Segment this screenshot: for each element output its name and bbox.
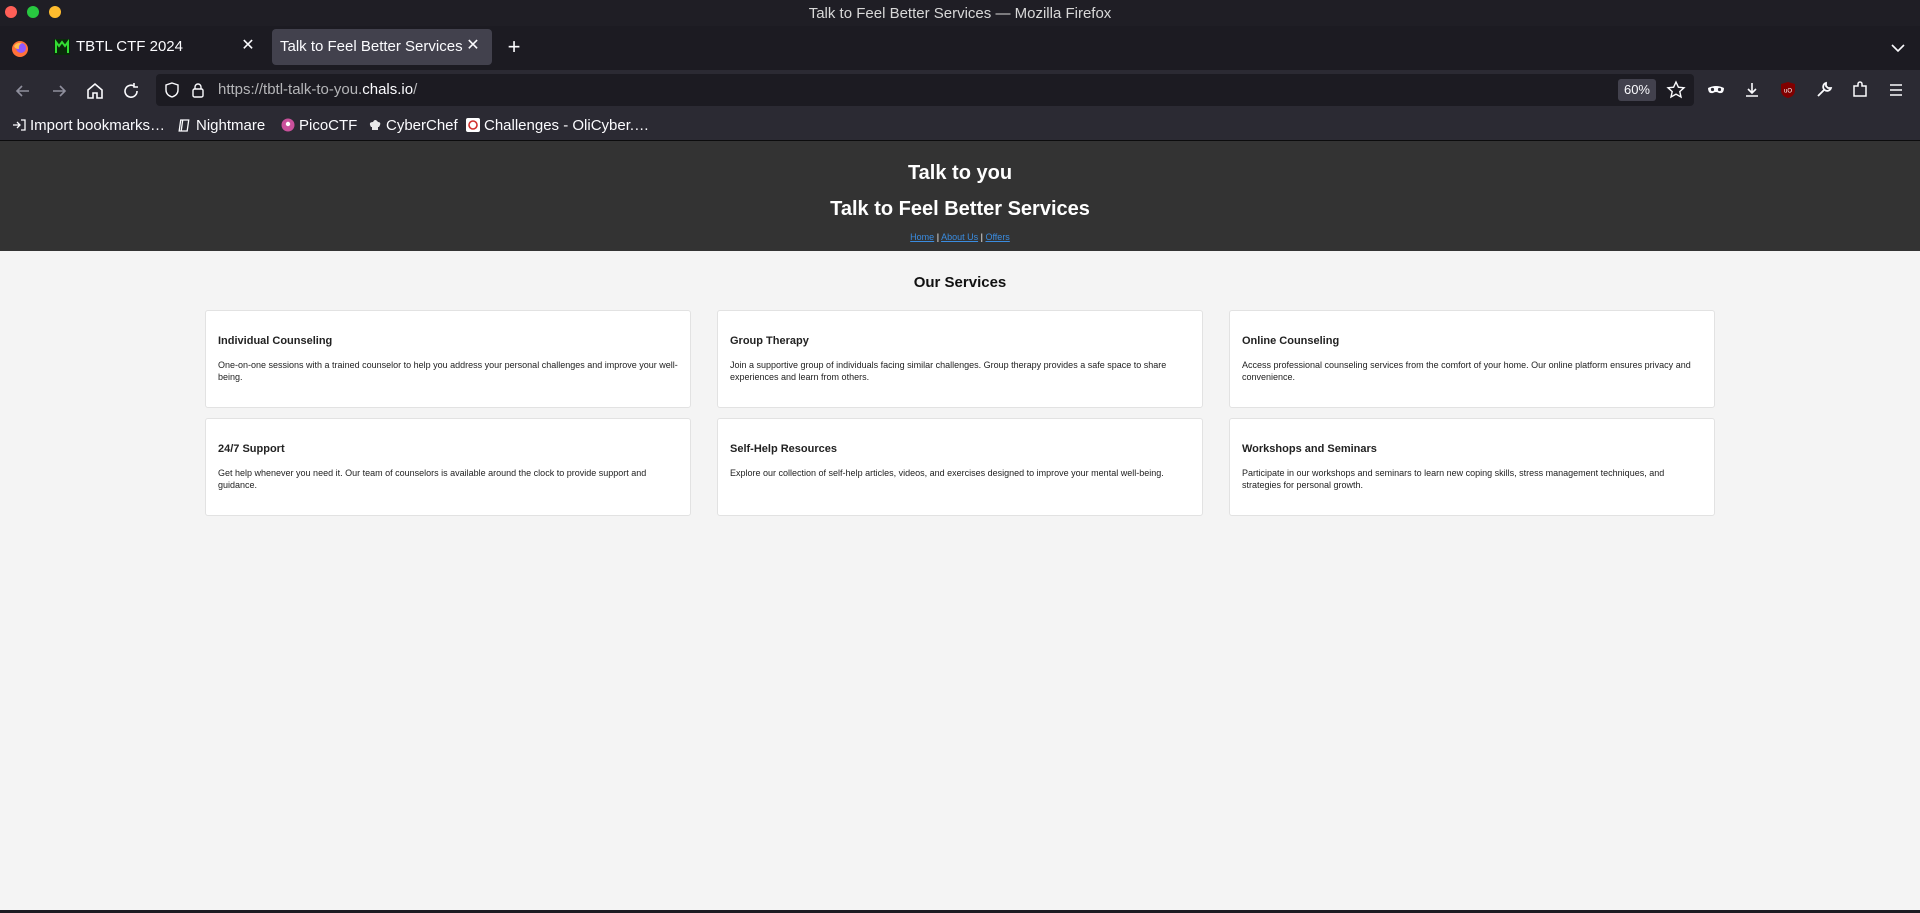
tbtl-favicon-icon <box>54 39 70 55</box>
hamburger-menu-icon[interactable] <box>1886 80 1906 100</box>
bookmark-label: CyberChef <box>386 117 458 134</box>
site-nav: Home | About Us | Offers <box>0 232 1920 242</box>
olicyber-icon <box>466 118 480 132</box>
tab-tbtl-ctf[interactable]: TBTL CTF 2024 ✕ <box>45 29 267 65</box>
window-titlebar: Talk to Feel Better Services — Mozilla F… <box>0 0 1920 26</box>
url-path: / <box>413 81 418 98</box>
bookmark-star-icon[interactable] <box>1666 80 1686 100</box>
close-tab-icon[interactable]: ✕ <box>237 35 259 57</box>
bookmark-label: Import bookmarks… <box>30 117 166 134</box>
import-icon <box>13 119 26 131</box>
bookmark-label: PicoCTF <box>299 117 358 134</box>
firefox-menu-icon[interactable] <box>11 40 29 58</box>
service-title: 24/7 Support <box>218 443 285 455</box>
private-mask-icon[interactable] <box>1706 80 1726 100</box>
reload-icon[interactable] <box>118 78 144 104</box>
service-card: Online Counseling Access professional co… <box>1229 310 1715 408</box>
service-description: Get help whenever you need it. Our team … <box>218 468 647 490</box>
nav-link-about-us[interactable]: About Us <box>941 232 978 242</box>
nav-link-home[interactable]: Home <box>910 232 934 242</box>
tab-talk-to-feel-better[interactable]: Talk to Feel Better Services ✕ <box>272 29 492 65</box>
url-prefix: https://tbtl-talk-to-you. <box>218 81 363 98</box>
site-title: Talk to you <box>907 162 1013 184</box>
tab-label: TBTL CTF 2024 <box>76 38 183 55</box>
chef-hat-icon <box>369 120 381 130</box>
bookmark-label: Nightmare <box>196 117 266 134</box>
service-title: Self-Help Resources <box>730 443 837 455</box>
svg-text:uO: uO <box>1784 89 1792 95</box>
service-description: Participate in our workshops and seminar… <box>1242 468 1665 490</box>
site-header: Talk to you Talk to Feel Better Services… <box>0 141 1920 251</box>
bookmark-label: Challenges - OliCyber.… <box>484 117 650 134</box>
forward-arrow-icon[interactable] <box>46 78 72 104</box>
window-title: Talk to Feel Better Services — Mozilla F… <box>808 5 1112 22</box>
tab-label: Talk to Feel Better Services <box>280 38 463 55</box>
nav-separator: | <box>936 232 940 242</box>
url-host: chals.io <box>362 81 414 98</box>
service-description: Join a supportive group of individuals f… <box>730 360 1167 382</box>
service-title: Group Therapy <box>730 335 809 347</box>
service-description: Access professional counseling services … <box>1242 360 1691 382</box>
new-tab-button[interactable]: + <box>500 34 528 62</box>
service-description: One-on-one sessions with a trained couns… <box>218 360 678 382</box>
download-icon[interactable] <box>1742 80 1762 100</box>
home-icon[interactable] <box>82 78 108 104</box>
wrench-icon[interactable] <box>1814 80 1834 100</box>
picoctf-icon <box>281 118 295 132</box>
service-title: Online Counseling <box>1242 335 1340 347</box>
zoom-level-badge[interactable]: 60% <box>1617 79 1656 101</box>
back-arrow-icon[interactable] <box>10 78 36 104</box>
extensions-puzzle-icon[interactable] <box>1850 80 1870 100</box>
service-card: 24/7 Support Get help whenever you need … <box>205 418 691 516</box>
shield-icon[interactable] <box>164 82 180 98</box>
close-tab-icon[interactable]: ✕ <box>462 35 484 57</box>
site-subtitle: Talk to Feel Better Services <box>830 198 1090 220</box>
web-page: Talk to you Talk to Feel Better Services… <box>0 141 1920 913</box>
ublock-origin-icon[interactable]: uO <box>1778 80 1798 100</box>
nav-link-offers[interactable]: Offers <box>985 232 1009 242</box>
nav-separator: | <box>980 232 983 242</box>
navigation-toolbar: https://tbtl-talk-to-you.chals.io/ 60% u… <box>0 70 1920 110</box>
service-card: Individual Counseling One-on-one session… <box>205 310 691 408</box>
book-icon <box>178 119 190 132</box>
section-title: Our Services <box>913 274 1007 291</box>
tab-strip: TBTL CTF 2024 ✕ Talk to Feel Better Serv… <box>0 26 1920 70</box>
chevron-down-icon[interactable] <box>1888 38 1908 58</box>
bookmarks-toolbar: Import bookmarks… Nightmare PicoCTF Cybe… <box>0 110 1920 141</box>
service-title: Individual Counseling <box>218 335 333 347</box>
address-bar[interactable]: https://tbtl-talk-to-you.chals.io/ 60% <box>156 74 1694 106</box>
service-title: Workshops and Seminars <box>1242 443 1377 455</box>
service-card: Workshops and Seminars Participate in ou… <box>1229 418 1715 516</box>
url-text[interactable]: https://tbtl-talk-to-you.chals.io/ <box>218 81 417 98</box>
service-card: Group Therapy Join a supportive group of… <box>717 310 1203 408</box>
service-card: Self-Help Resources Explore our collecti… <box>717 418 1203 516</box>
service-description: Explore our collection of self-help arti… <box>730 468 1164 478</box>
lock-icon[interactable] <box>190 82 206 98</box>
